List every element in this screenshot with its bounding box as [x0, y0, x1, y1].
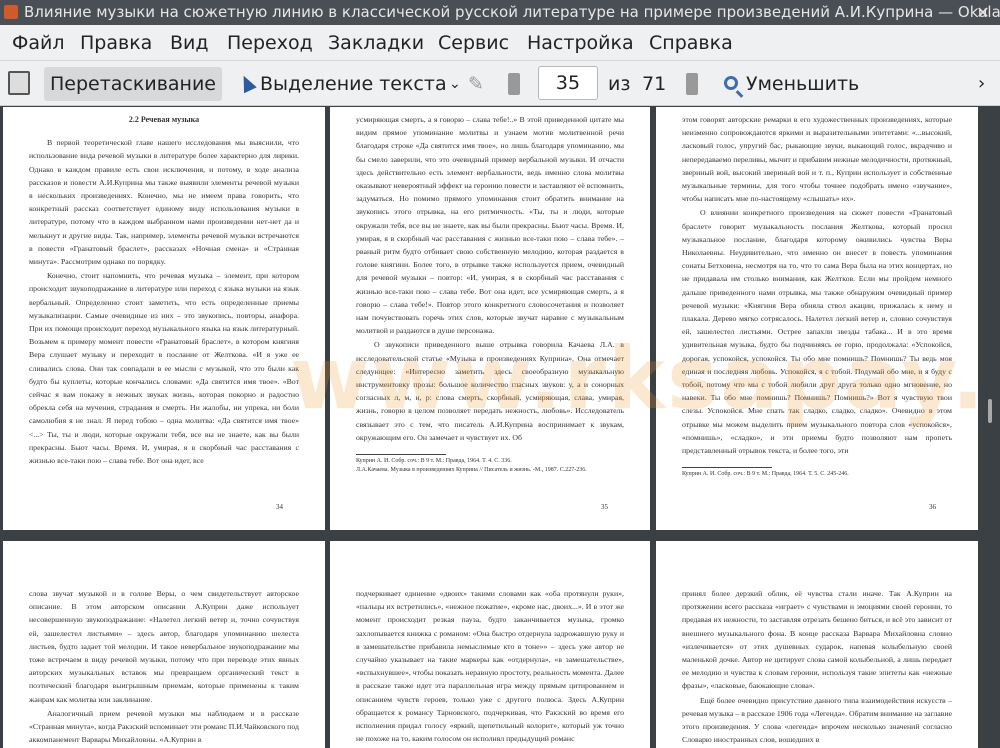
document-page: принял более дерзкий облик, её чувства с… — [656, 541, 978, 748]
menu-edit[interactable]: Правка — [80, 25, 152, 61]
paragraph: принял более дерзкий облик, её чувства с… — [682, 589, 952, 691]
window-title: Влияние музыки на сюжетную линию в класс… — [24, 3, 1000, 21]
previous-page-icon[interactable] — [508, 73, 520, 95]
paragraph: В первой теоретической главе нашего иссл… — [29, 138, 299, 267]
document-page: этом говорят авторские ремарки в его худ… — [656, 107, 978, 530]
document-page: усмиряющая смерть, а я говорю – слава те… — [330, 107, 650, 530]
annotation-pen-icon[interactable]: ✎ — [468, 67, 492, 101]
page-of-label: из — [608, 73, 631, 95]
browse-tool-button[interactable]: Перетаскивание — [44, 67, 222, 101]
page-number: 35 — [601, 502, 608, 511]
paragraph: этом говорят авторские ремарки в его худ… — [682, 115, 953, 204]
menubar: Файл Правка Вид Переход Закладки Сервис … — [0, 25, 1000, 61]
paragraph: О влиянии конкретного произведения на сю… — [682, 208, 952, 456]
text-selection-label: Выделение текста — [260, 73, 447, 95]
menu-go[interactable]: Переход — [227, 25, 313, 61]
paragraph: слова звучат музыкой и в голове Веры, о … — [29, 589, 299, 704]
close-window-icon[interactable]: ✕ — [974, 0, 992, 25]
document-page: подчеркивает единение «двоих» такими сло… — [330, 541, 650, 748]
footnote: Куприн А. И. Собр. соч.: В 9 т. М.: Прав… — [356, 458, 512, 465]
paragraph: Аналогичный прием речевой музыки мы набл… — [29, 708, 299, 745]
footnote-divider — [356, 454, 446, 456]
footnote: Куприн А. И. Собр. соч.: В 9 т. М.: Прав… — [682, 471, 849, 478]
menu-view[interactable]: Вид — [170, 25, 209, 61]
section-heading: 2.2 Речевая музыка — [128, 115, 200, 124]
menu-help[interactable]: Справка — [649, 25, 733, 61]
window-titlebar[interactable]: Влияние музыки на сюжетную линию в класс… — [0, 0, 1000, 25]
chevron-down-icon[interactable]: ⌄ — [449, 67, 461, 101]
toolbar: Перетаскивание Выделение текста ⌄ ✎ из 7… — [0, 61, 1000, 106]
zoom-out-label: Уменьшить — [746, 73, 860, 95]
okular-app-icon — [4, 5, 18, 19]
paragraph: Ещё более очевидно присутствие данного т… — [682, 695, 952, 745]
page-number: 36 — [929, 502, 936, 511]
page-number: 34 — [276, 502, 283, 511]
paragraph: подчеркивает единение «двоих» такими сло… — [356, 589, 624, 744]
magnifier-icon — [724, 76, 738, 90]
vertical-scrollbar[interactable] — [982, 107, 1000, 748]
document-page: 2.2 Речевая музыка В первой теоретическо… — [3, 107, 325, 530]
scrollbar-thumb[interactable] — [988, 399, 992, 423]
next-page-icon[interactable] — [686, 73, 698, 95]
chevron-right-icon[interactable]: › — [978, 67, 985, 101]
cursor-arrow-icon — [237, 72, 257, 94]
page-number-input[interactable] — [538, 66, 598, 100]
page-total-label: 71 — [642, 73, 667, 95]
menu-settings[interactable]: Настройка — [527, 25, 634, 61]
document-page: слова звучат музыкой и в голове Веры, о … — [3, 541, 325, 748]
document-viewport[interactable]: 2.2 Речевая музыка В первой теоретическо… — [0, 107, 1000, 748]
menu-file[interactable]: Файл — [12, 25, 65, 61]
footnote-divider — [682, 467, 772, 469]
sidebar-toggle-icon[interactable] — [8, 71, 30, 95]
footnote: Л.А.Качаева. Музыка в произведениях Купр… — [356, 467, 587, 474]
paragraph: Конечно, стоит напомнить, что речевая му… — [29, 271, 299, 466]
paragraph: О звукописи приведенного выше отрывка го… — [356, 340, 624, 442]
zoom-out-button[interactable]: Уменьшить — [722, 67, 859, 101]
menu-bookmarks[interactable]: Закладки — [328, 25, 424, 61]
menu-tools[interactable]: Сервис — [438, 25, 509, 61]
text-selection-tool-button[interactable]: Выделение текста — [237, 67, 447, 101]
paragraph: усмиряющая смерть, а я говорю – слава те… — [356, 115, 624, 336]
